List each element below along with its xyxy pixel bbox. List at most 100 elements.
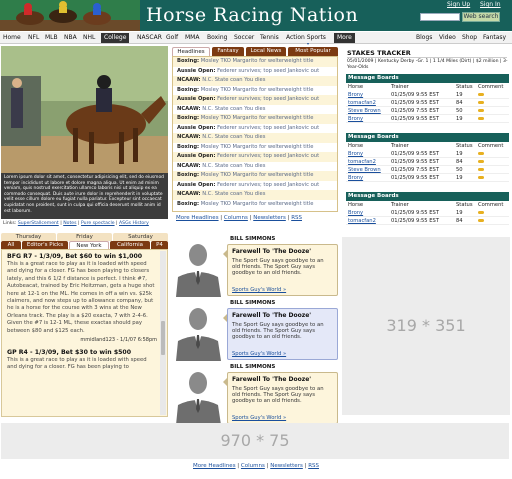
news-row[interactable]: NCAAW: N.C. State coan You dies — [173, 133, 337, 143]
newsletters-link[interactable]: Newsletters — [253, 215, 286, 221]
news-headline[interactable]: Mosley TKO Margarito for welterweight ti… — [201, 201, 314, 207]
news-headline[interactable]: Federer survives; top seed Jankovic out — [217, 96, 319, 102]
comment-icon[interactable] — [478, 115, 484, 123]
comment-icon[interactable] — [478, 99, 484, 107]
news-row[interactable]: NCAAW: N.C. State coan You dies — [173, 105, 337, 115]
more-headlines-link[interactable]: More Headlines — [176, 215, 219, 221]
tab-new-york[interactable]: New York — [69, 241, 109, 249]
tab-friday[interactable]: Friday — [57, 233, 112, 241]
tab-headlines[interactable]: Headlines — [172, 47, 210, 56]
nav-item-home[interactable]: Home — [3, 34, 21, 41]
news-row[interactable]: Boxing: Mosley TKO Margarito for welterw… — [173, 200, 337, 210]
message-board-title[interactable]: Message Boards — [346, 133, 509, 142]
message-board-row[interactable]: tomacfan2 01/25/09 9:55 EST 84 — [346, 158, 509, 166]
comment-bubble-icon[interactable] — [478, 219, 484, 222]
news-row[interactable]: Aussie Open: Federer survives; top seed … — [173, 181, 337, 191]
comment-bubble-icon[interactable] — [478, 152, 484, 155]
news-headline[interactable]: Federer survives; top seed Jankovic out — [217, 153, 319, 159]
message-board-title[interactable]: Message Boards — [346, 192, 509, 201]
news-headline[interactable]: Mosley TKO Margarito for welterweight ti… — [201, 58, 314, 64]
message-board-row[interactable]: Brony 01/25/09 9:55 EST 19 — [346, 150, 509, 158]
sports-guys-world-link[interactable]: Sports Guy's World » — [232, 287, 286, 293]
news-headline[interactable]: Mosley TKO Margarito for welterweight ti… — [201, 87, 314, 93]
comment-icon[interactable] — [478, 209, 484, 217]
nav-item-college[interactable]: College — [101, 33, 130, 43]
comment-bubble-icon[interactable] — [478, 168, 484, 171]
footer-newsletters-link[interactable]: Newsletters — [270, 463, 303, 469]
nav-item-nba[interactable]: NBA — [64, 34, 77, 41]
horse-link[interactable]: Brony — [348, 174, 363, 182]
search-input[interactable] — [420, 13, 460, 21]
nav-item-boxing[interactable]: Boxing — [207, 34, 227, 41]
nav-item-blogs[interactable]: Blogs — [416, 34, 432, 41]
comment-icon[interactable] — [478, 174, 484, 182]
nav-item-nascar[interactable]: NASCAR — [137, 34, 162, 41]
news-headline[interactable]: N.C. State coan You dies — [202, 134, 265, 140]
news-row[interactable]: Boxing: Mosley TKO Margarito for welterw… — [173, 171, 337, 181]
news-headline[interactable]: Mosley TKO Margarito for welterweight ti… — [201, 144, 314, 150]
news-row[interactable]: NCAAW: N.C. State coan You dies — [173, 190, 337, 200]
nav-item-mma[interactable]: MMA — [185, 34, 199, 41]
photo-link-1[interactable]: SuperStallcement — [18, 221, 59, 226]
photo-link-2[interactable]: Notes — [63, 221, 76, 226]
message-board-row[interactable]: Steve Brown 01/25/09 7:55 EST 50 — [346, 166, 509, 174]
news-row[interactable]: Aussie Open: Federer survives; top seed … — [173, 67, 337, 77]
news-headline[interactable]: Federer survives; top seed Jankovic out — [217, 125, 319, 131]
sign-in-link[interactable]: Sign In — [480, 1, 501, 8]
pick-title[interactable]: GP R4 - 1/3/09, Bet $30 to win $500 — [2, 346, 167, 357]
sports-guys-world-link[interactable]: Sports Guy's World » — [232, 415, 286, 421]
columnist-card[interactable]: Farewell To 'The Dooze' The Sport Guy say… — [227, 308, 338, 360]
footer-columns-link[interactable]: Columns — [241, 463, 265, 469]
tab-p4[interactable]: P4 — [151, 241, 168, 249]
tab-local-news[interactable]: Local News — [246, 47, 286, 56]
footer-more-headlines-link[interactable]: More Headlines — [193, 463, 236, 469]
nav-item-fantasy[interactable]: Fantasy — [483, 34, 506, 41]
news-headline[interactable]: N.C. State coan You dies — [202, 106, 265, 112]
tab-all[interactable]: All — [1, 241, 21, 249]
nav-item-mlb[interactable]: MLB — [45, 34, 58, 41]
tab-editors-picks[interactable]: Editor's Picks — [22, 241, 68, 249]
tab-most-popular[interactable]: Most Popular — [288, 47, 338, 56]
news-row[interactable]: Boxing: Mosley TKO Margarito for welterw… — [173, 114, 337, 124]
horse-link[interactable]: Brony — [348, 91, 363, 99]
web-search-button[interactable]: Web search — [462, 12, 500, 22]
comment-bubble-icon[interactable] — [478, 176, 484, 179]
news-row[interactable]: Aussie Open: Federer survives; top seed … — [173, 95, 337, 105]
nav-item-tennis[interactable]: Tennis — [260, 34, 279, 41]
columnist-card[interactable]: Farewell To 'The Dooze' The Sport Guy say… — [227, 244, 338, 296]
horse-link[interactable]: tomacfan2 — [348, 99, 376, 107]
message-board-row[interactable]: Brony 01/25/09 9:55 EST 19 — [346, 209, 509, 217]
horse-link[interactable]: Brony — [348, 150, 363, 158]
pick-title[interactable]: BFG R7 - 1/3/09, Bet $60 to win $1,000 — [2, 250, 167, 261]
column-title[interactable]: Farewell To 'The Dooze' — [232, 312, 333, 319]
news-headline[interactable]: N.C. State coan You dies — [202, 163, 265, 169]
tab-saturday[interactable]: Saturday — [113, 233, 168, 241]
tab-california[interactable]: California — [110, 241, 150, 249]
comment-icon[interactable] — [478, 91, 484, 99]
horse-link[interactable]: tomacfan2 — [348, 158, 376, 166]
news-headline[interactable]: N.C. State coan You dies — [202, 191, 265, 197]
news-row[interactable]: NCAAW: N.C. State coan You dies — [173, 76, 337, 86]
message-board-title[interactable]: Message Boards — [346, 74, 509, 83]
nav-item-more[interactable]: More — [334, 33, 355, 43]
comment-bubble-icon[interactable] — [478, 93, 484, 96]
news-row[interactable]: Boxing: Mosley TKO Margarito for welterw… — [173, 86, 337, 96]
news-row[interactable]: Aussie Open: Federer survives; top seed … — [173, 124, 337, 134]
horse-link[interactable]: tomacfan2 — [348, 217, 376, 225]
comment-bubble-icon[interactable] — [478, 101, 484, 104]
comment-icon[interactable] — [478, 107, 484, 115]
horse-link[interactable]: Steve Brown — [348, 107, 381, 115]
columns-link[interactable]: Columns — [224, 215, 248, 221]
message-board-row[interactable]: Brony 01/25/09 9:55 EST 19 — [346, 91, 509, 99]
tab-fantasy[interactable]: Fantasy — [212, 47, 244, 56]
horse-link[interactable]: Steve Brown — [348, 166, 381, 174]
sign-up-link[interactable]: Sign Up — [447, 1, 470, 8]
nav-item-soccer[interactable]: Soccer — [234, 34, 254, 41]
comment-icon[interactable] — [478, 158, 484, 166]
nav-item-video[interactable]: Video — [439, 34, 456, 41]
nav-item-action-sports[interactable]: Action Sports — [286, 34, 326, 41]
message-board-row[interactable]: Steve Brown 01/25/09 7:55 EST 50 — [346, 107, 509, 115]
horse-link[interactable]: Brony — [348, 115, 363, 123]
nav-item-nfl[interactable]: NFL — [28, 34, 39, 41]
news-headline[interactable]: Mosley TKO Margarito for welterweight ti… — [201, 172, 314, 178]
